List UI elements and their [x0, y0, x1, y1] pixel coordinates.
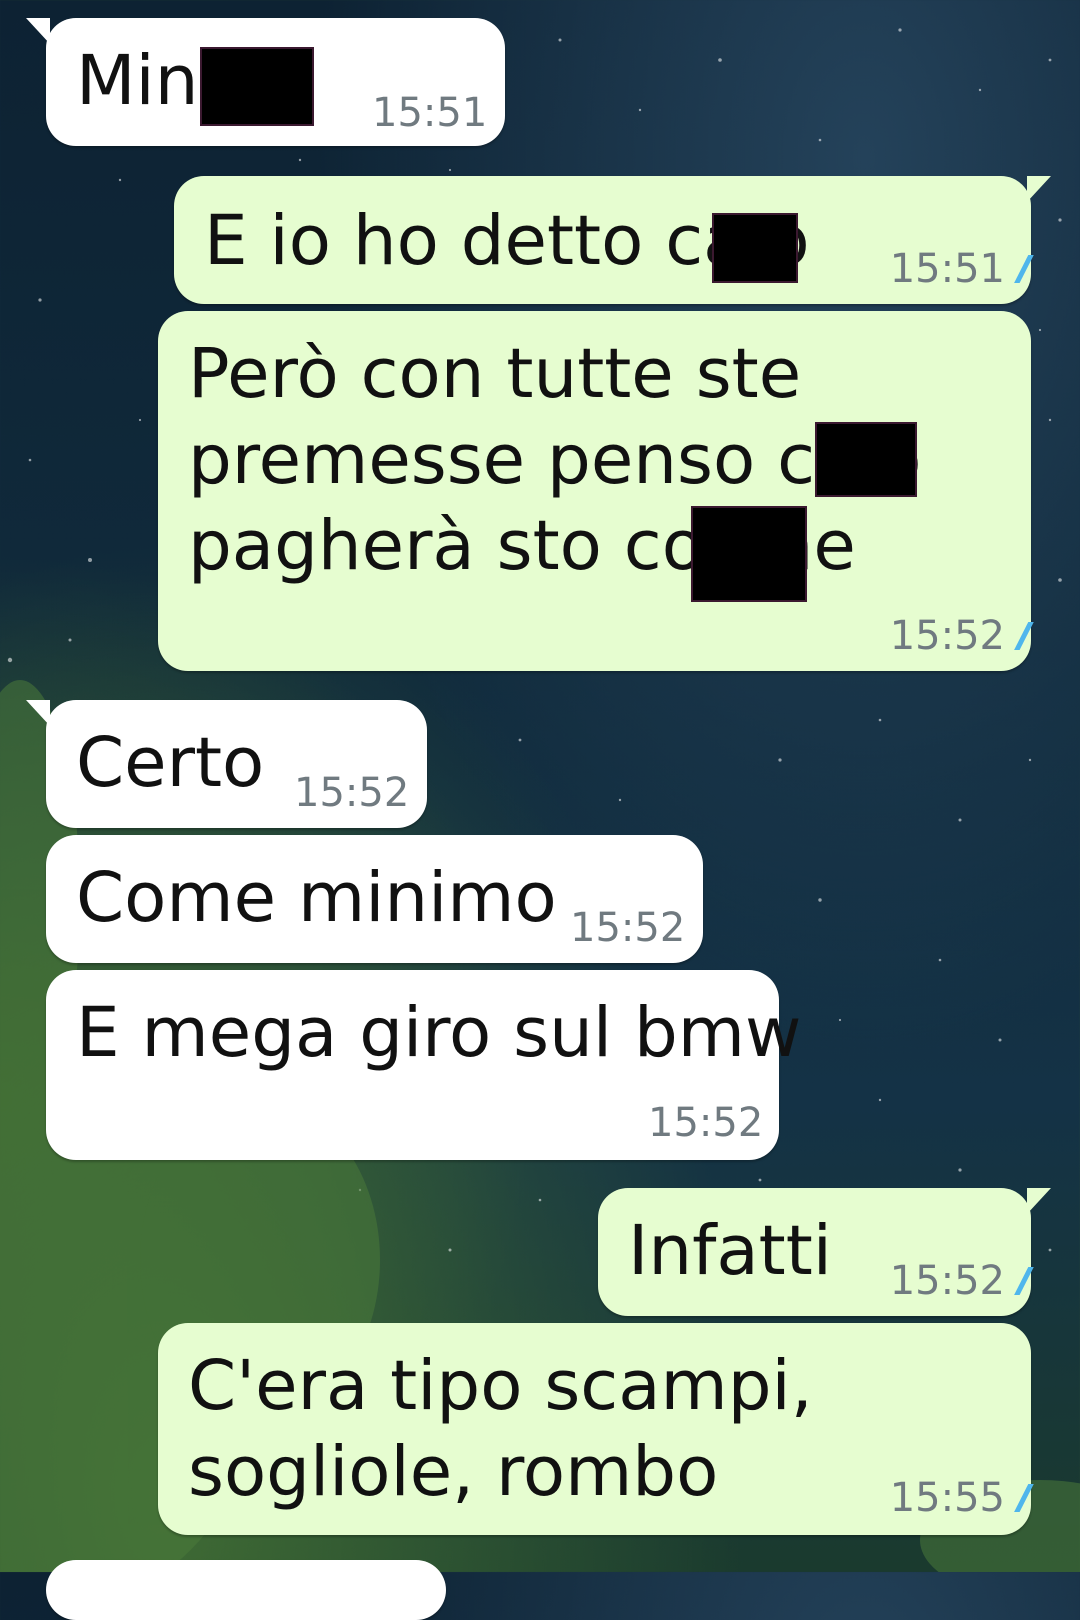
- message-text: Come minimo: [76, 858, 557, 938]
- message-text: Infatti: [628, 1211, 832, 1291]
- message-text-line: sogliole, rombo: [188, 1432, 719, 1512]
- message-timestamp: 15:52: [570, 905, 686, 951]
- message-bubble-outgoing[interactable]: Però con tutte ste premesse penso ca o p…: [158, 311, 1033, 671]
- message-bubble-outgoing[interactable]: E io ho detto ca o 15:51 //: [174, 176, 1051, 304]
- message-timestamp: 15:51: [372, 90, 488, 136]
- redaction-box: [712, 213, 798, 283]
- bubble-tail: [1027, 1188, 1051, 1214]
- redaction-box: [691, 506, 807, 602]
- message-bubble-incoming[interactable]: Certo 15:52: [26, 700, 427, 828]
- message-timestamp: 15:55 //: [889, 1475, 1033, 1521]
- message-timestamp: 15:52 //: [889, 613, 1033, 659]
- message-bubble-incoming-partial[interactable]: [46, 1560, 446, 1620]
- bubble-tail: [26, 18, 50, 44]
- message-bubble-incoming[interactable]: Come minimo 15:52: [46, 835, 703, 963]
- redaction-box: [815, 422, 917, 497]
- chat-screen: { "messages": [ {"id": "m1", "direction"…: [0, 0, 1080, 1620]
- message-timestamp: 15:52 //: [889, 1258, 1033, 1304]
- message-bubble-outgoing[interactable]: Infatti 15:52 //: [598, 1188, 1051, 1316]
- message-bubble-incoming[interactable]: Min a 15:51: [26, 18, 505, 146]
- message-timestamp: 15:51 //: [889, 246, 1033, 292]
- bubble-tail: [1027, 176, 1051, 202]
- message-text-line: premesse penso ca o: [188, 420, 922, 500]
- message-bubble-incoming[interactable]: E mega giro sul bmw 15:52: [46, 970, 801, 1160]
- message-text-line: Però con tutte ste: [188, 334, 802, 414]
- message-timestamp: 15:52: [648, 1100, 764, 1146]
- message-text-line: C'era tipo scampi,: [188, 1346, 813, 1426]
- redaction-box: [200, 47, 314, 126]
- message-text: E mega giro sul bmw: [76, 993, 802, 1073]
- message-timestamp: 15:52: [294, 770, 410, 816]
- message-list[interactable]: Min a 15:51 E io ho detto ca o 15:51 // …: [0, 0, 1080, 1620]
- bubble-tail: [26, 700, 50, 726]
- message-bubble-outgoing[interactable]: C'era tipo scampi, sogliole, rombo 15:55…: [158, 1323, 1033, 1535]
- message-text: Certo: [76, 723, 265, 803]
